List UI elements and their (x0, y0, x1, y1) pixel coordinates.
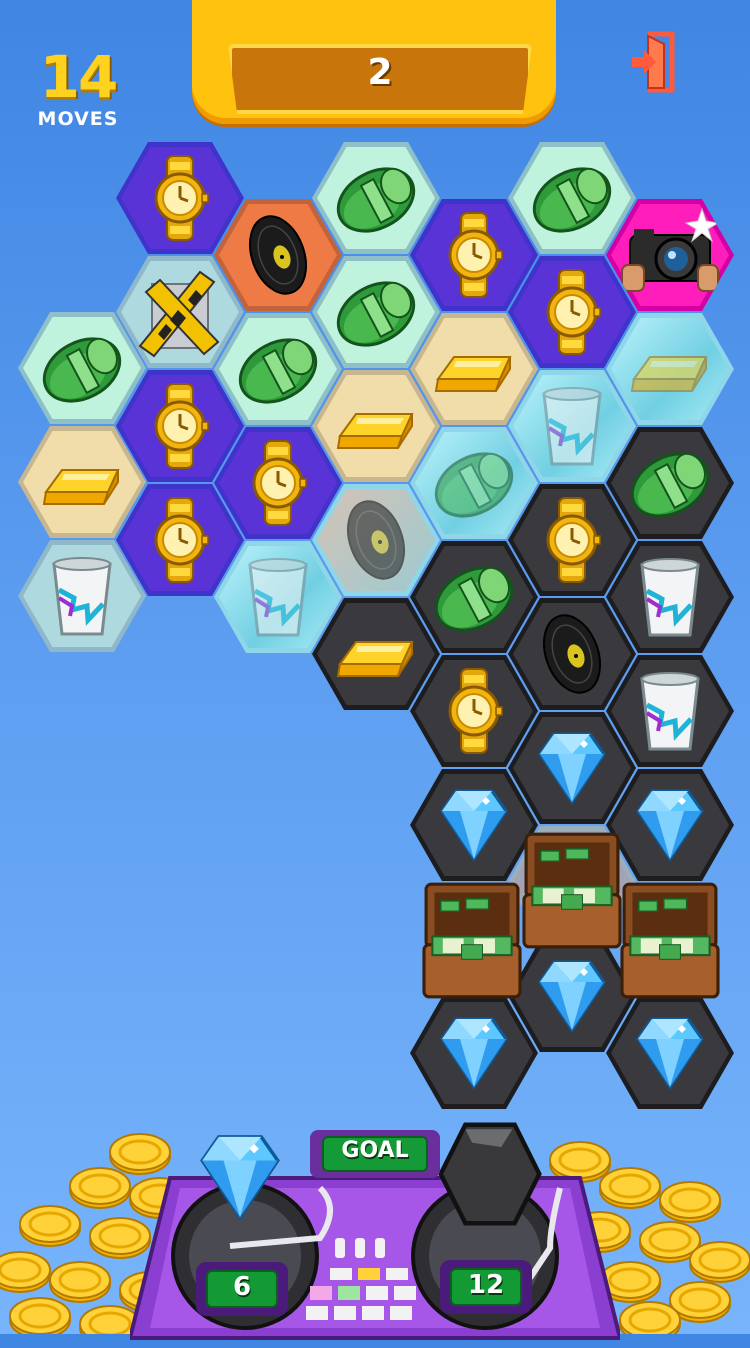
goal-dark-tile-counter: 12 (440, 1260, 532, 1314)
score-value: 2 (367, 52, 393, 93)
goal-dark-tile-icon (428, 1118, 552, 1230)
goal-diamond-icon (200, 1135, 280, 1219)
money-briefcase-icon[interactable] (408, 880, 536, 1000)
goal-panel: GOAL (310, 1130, 440, 1178)
goal-label: GOAL (341, 1138, 409, 1163)
goal-diamond-count: 6 (232, 1272, 252, 1302)
goal-diamond-counter: 6 (196, 1262, 288, 1316)
moves-counter: 14 MOVES (28, 48, 128, 130)
goal-dark-tile-count: 12 (467, 1270, 505, 1300)
money-briefcase-icon[interactable] (606, 880, 734, 1000)
exit-icon[interactable] (630, 30, 680, 94)
moves-label: MOVES (37, 108, 119, 130)
moves-value: 14 (39, 43, 119, 111)
